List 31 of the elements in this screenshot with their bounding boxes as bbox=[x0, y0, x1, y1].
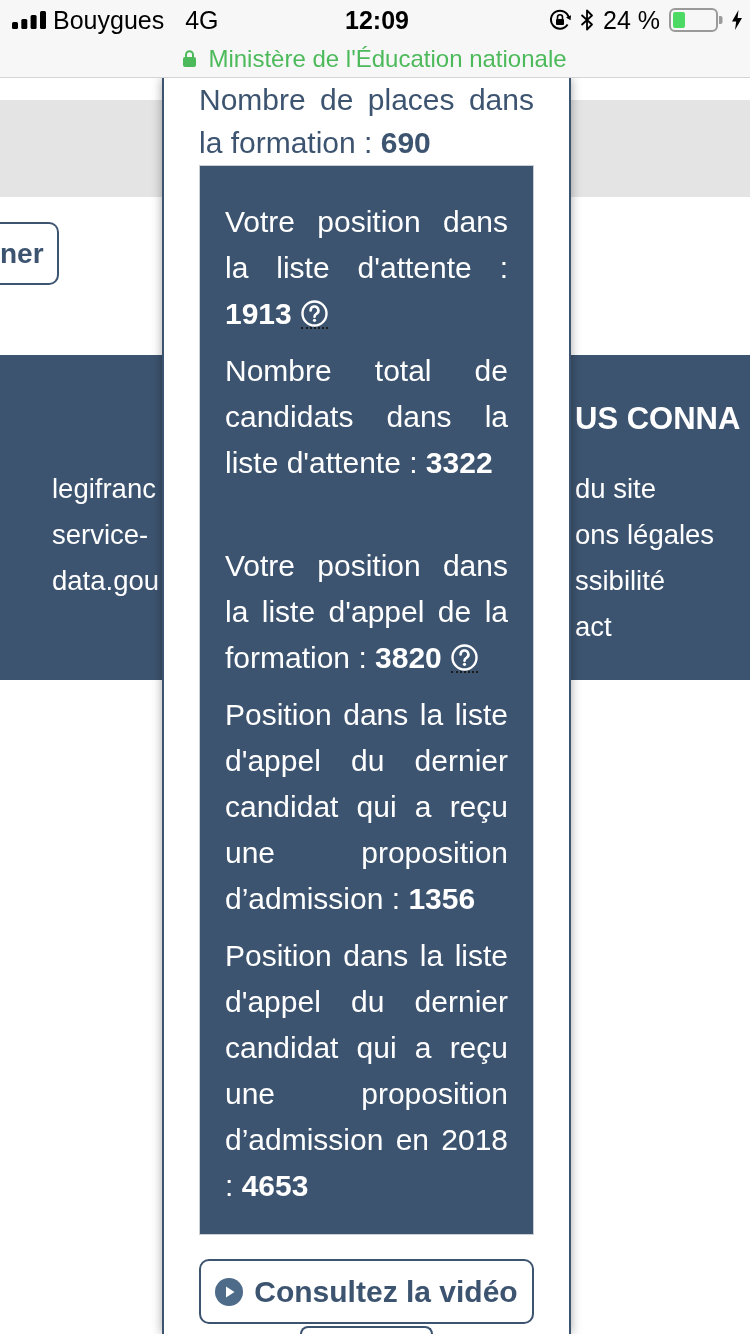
footer-link[interactable]: du site bbox=[575, 466, 657, 512]
ranking-text: Votre position dans la liste d'attente : bbox=[225, 204, 508, 286]
ranking-text: 1913 bbox=[225, 296, 292, 332]
footer-link[interactable]: ons légales bbox=[575, 512, 715, 558]
video-button[interactable]: Consultez la vidéo bbox=[199, 1259, 534, 1324]
bluetooth-icon bbox=[580, 9, 594, 31]
lock-icon bbox=[183, 50, 197, 67]
ranking-text: Position dans la liste d'appel du dernier candidat qui a reçu une proposition d’admission : 1356 bbox=[225, 697, 508, 917]
footer-link[interactable]: data.gou bbox=[52, 558, 160, 604]
partial-button[interactable]: ner bbox=[0, 222, 59, 285]
places-text: Nombre de places dans la formation : 690 bbox=[199, 82, 534, 161]
help-icon[interactable] bbox=[450, 643, 478, 673]
signal-icon bbox=[12, 11, 46, 29]
cut-off-button[interactable] bbox=[300, 1326, 433, 1334]
footer-link[interactable]: ssibilité bbox=[575, 558, 666, 604]
footer-link[interactable]: legifranc bbox=[52, 466, 156, 512]
footer-link[interactable]: service- bbox=[52, 512, 149, 558]
battery-icon bbox=[669, 8, 723, 32]
ranking-text: Position dans la liste d'appel du dernier candidat qui a reçu une proposition d’admission en 2018 : 4653 bbox=[225, 938, 508, 1204]
footer-heading: US CONNA bbox=[575, 400, 741, 438]
help-icon[interactable] bbox=[300, 299, 328, 329]
ranking-text: formation : 3820 bbox=[225, 640, 442, 676]
rotation-lock-icon bbox=[549, 9, 571, 31]
charging-icon bbox=[732, 10, 742, 30]
clock-time: 12:09 bbox=[345, 5, 409, 35]
battery-percent: 24 % bbox=[603, 5, 660, 35]
play-icon bbox=[215, 1277, 244, 1306]
network-type: 4G bbox=[185, 5, 219, 35]
ranking-text: Nombre total de candidats dans la liste d'attente : 3322 bbox=[225, 353, 508, 481]
footer-link[interactable]: act bbox=[575, 604, 612, 650]
carrier-name: Bouygues bbox=[53, 5, 165, 35]
